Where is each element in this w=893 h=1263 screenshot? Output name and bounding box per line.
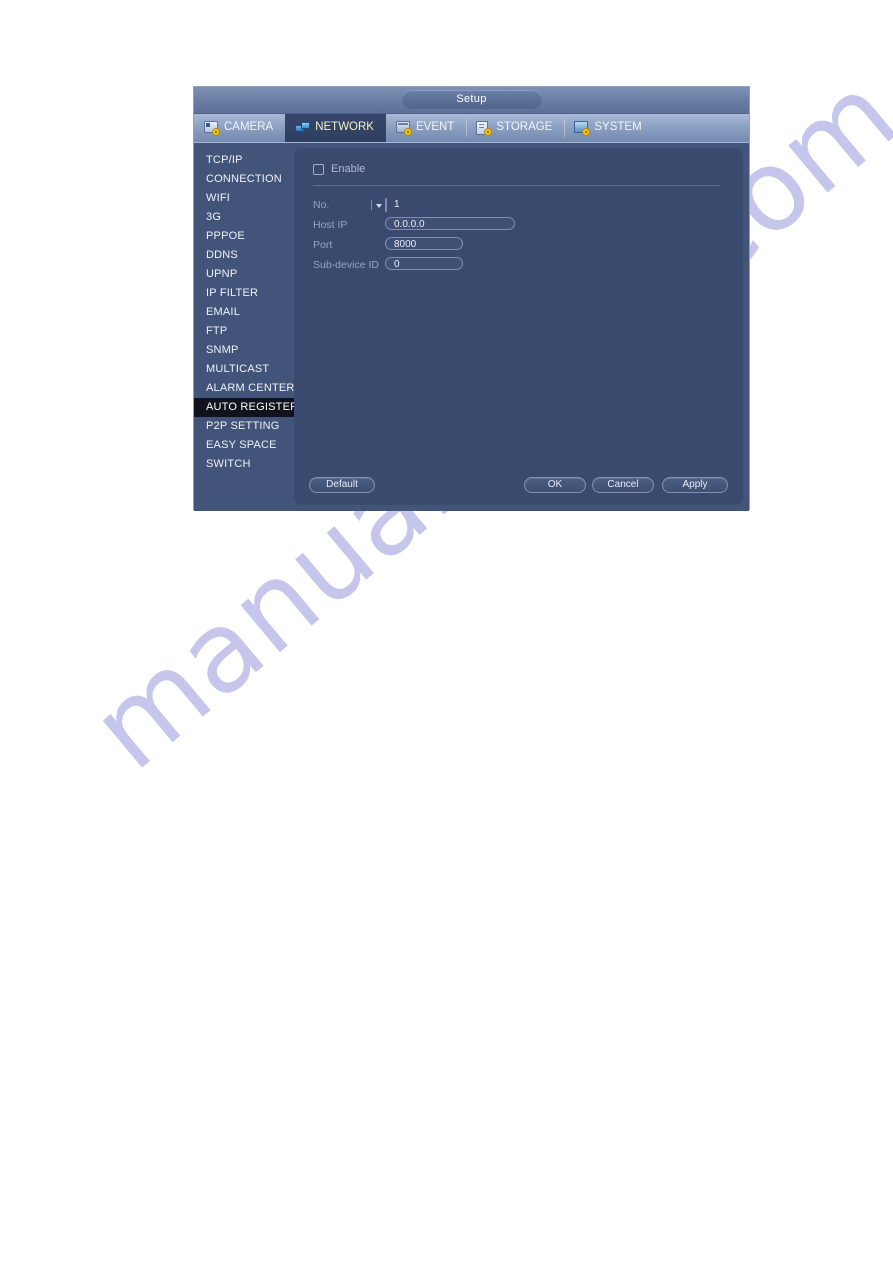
storage-gear-icon: [476, 121, 493, 136]
no-value: 1: [394, 199, 400, 210]
sub-device-id-label: Sub-device ID: [313, 259, 379, 271]
tab-event[interactable]: EVENT: [386, 114, 466, 142]
section-divider: [313, 185, 720, 186]
tab-system-label: SYSTEM: [594, 121, 642, 134]
sidebar-item-upnp[interactable]: UPNP: [194, 265, 294, 284]
sidebar-item-ip-filter[interactable]: IP FILTER: [194, 284, 294, 303]
port-label: Port: [313, 239, 333, 251]
field-row-no: No. 1: [313, 195, 742, 215]
sidebar-item-easy-space[interactable]: EASY SPACE: [194, 436, 294, 455]
tab-network-label: NETWORK: [315, 121, 374, 134]
apply-button[interactable]: Apply: [662, 477, 728, 493]
event-gear-icon: [395, 121, 412, 136]
window-title: Setup: [401, 90, 542, 109]
tab-storage-label: STORAGE: [496, 121, 553, 134]
network-cube-icon: [295, 121, 311, 135]
sidebar-item-multicast[interactable]: MULTICAST: [194, 360, 294, 379]
camera-gear-icon: [204, 121, 220, 136]
host-ip-label: Host IP: [313, 219, 348, 231]
sidebar-item-3g[interactable]: 3G: [194, 208, 294, 227]
sidebar-item-switch[interactable]: SWITCH: [194, 455, 294, 474]
host-ip-control: 0.0.0.0: [385, 217, 515, 233]
field-row-sub-device-id: Sub-device ID 0: [313, 255, 742, 275]
ok-button[interactable]: OK: [524, 477, 586, 493]
host-ip-input[interactable]: 0.0.0.0: [385, 217, 515, 230]
system-gear-icon: [574, 121, 591, 136]
window-titlebar: Setup: [194, 87, 749, 114]
main-tabbar: CAMERA NETWORK EVENT STORAGE SYSTEM: [194, 114, 749, 143]
sidebar-item-pppoe[interactable]: PPPOE: [194, 227, 294, 246]
tab-network[interactable]: NETWORK: [285, 114, 386, 142]
sub-device-id-input[interactable]: 0: [385, 257, 463, 270]
tab-event-label: EVENT: [415, 121, 455, 134]
enable-label: Enable: [331, 163, 366, 175]
sidebar-item-auto-register[interactable]: AUTO REGISTER: [194, 398, 298, 417]
no-select[interactable]: 1: [371, 198, 400, 212]
sidebar-item-connection[interactable]: CONNECTION: [194, 170, 294, 189]
default-button[interactable]: Default: [309, 477, 375, 493]
setup-window: Setup CAMERA NETWORK EVENT STORAGE SYSTE…: [193, 86, 750, 511]
sidebar-item-email[interactable]: EMAIL: [194, 303, 294, 322]
auto-register-panel: Enable No. 1 Host IP 0.0.0.0 Port 8000 S…: [294, 148, 743, 505]
no-control: 1: [371, 198, 400, 212]
port-input[interactable]: 8000: [385, 237, 463, 250]
window-body: TCP/IP CONNECTION WIFI 3G PPPOE DDNS UPN…: [194, 143, 749, 511]
tab-system[interactable]: SYSTEM: [564, 114, 653, 142]
sidebar-item-p2p-setting[interactable]: P2P SETTING: [194, 417, 294, 436]
sidebar-item-alarm-center[interactable]: ALARM CENTER: [194, 379, 294, 398]
no-label: No.: [313, 199, 330, 211]
sub-device-id-control: 0: [385, 257, 463, 273]
panel-footer: Default OK Cancel Apply: [295, 477, 742, 495]
enable-checkbox[interactable]: [313, 163, 324, 175]
tab-camera-label: CAMERA: [224, 121, 274, 134]
field-row-host-ip: Host IP 0.0.0.0: [313, 215, 742, 235]
tab-storage[interactable]: STORAGE: [466, 114, 564, 142]
select-divider: [371, 200, 372, 210]
network-sidebar: TCP/IP CONNECTION WIFI 3G PPPOE DDNS UPN…: [194, 143, 298, 511]
port-control: 8000: [385, 237, 463, 253]
sidebar-item-wifi[interactable]: WIFI: [194, 189, 294, 208]
tab-camera[interactable]: CAMERA: [194, 114, 285, 142]
auto-register-form: No. 1 Host IP 0.0.0.0 Port 8000 Sub-devi…: [313, 195, 742, 275]
sidebar-item-ftp[interactable]: FTP: [194, 322, 294, 341]
cancel-button[interactable]: Cancel: [592, 477, 654, 493]
sidebar-item-snmp[interactable]: SNMP: [194, 341, 294, 360]
sidebar-item-ddns[interactable]: DDNS: [194, 246, 294, 265]
chevron-down-icon: [376, 204, 382, 208]
field-row-port: Port 8000: [313, 235, 742, 255]
enable-row[interactable]: Enable: [313, 163, 742, 175]
sidebar-item-tcpip[interactable]: TCP/IP: [194, 151, 294, 170]
